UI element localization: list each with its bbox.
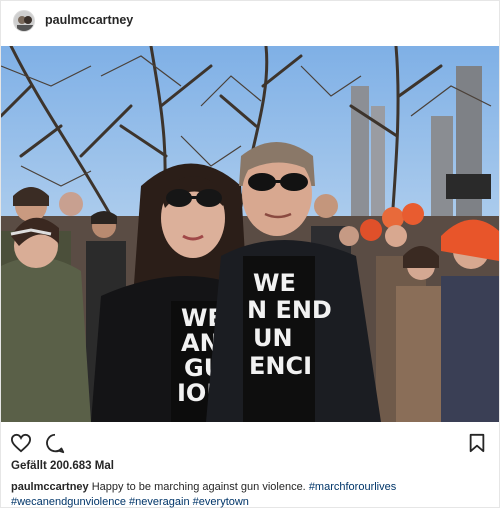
shirt-text-right-line: ENCI: [249, 352, 312, 380]
post-header: paulmccartney: [1, 1, 499, 45]
instagram-post: paulmccartney WE AN WE N END UN ENCI Gef…: [0, 0, 500, 508]
hashtag-link[interactable]: #marchforourlives: [309, 481, 396, 493]
like-count[interactable]: Gefällt 200.683 Mal: [11, 460, 114, 472]
like-button[interactable]: [9, 431, 33, 455]
comment-button[interactable]: [43, 431, 67, 455]
save-button[interactable]: [465, 431, 489, 455]
post-username[interactable]: paulmccartney: [45, 13, 133, 27]
caption-username[interactable]: paulmccartney: [11, 481, 89, 493]
shirt-text-right-line: UN: [253, 324, 293, 352]
heart-outline-icon: [10, 433, 32, 453]
caption-text: Happy to be marching against gun violenc…: [91, 481, 306, 493]
shirt-text-right-line: WE: [253, 269, 296, 297]
post-actions: [1, 425, 499, 455]
bookmark-icon: [469, 433, 485, 453]
speech-bubble-icon: [46, 433, 65, 454]
hashtag-link[interactable]: #neveragain: [129, 496, 190, 508]
avatar[interactable]: [13, 10, 35, 32]
post-caption: paulmccartney Happy to be marching again…: [11, 480, 481, 510]
hashtag-link[interactable]: #wecanendgunviolence: [11, 496, 126, 508]
shirt-text-right-line: N END: [247, 296, 332, 324]
post-photo: WE AN EN GUN IOLENC WE N END UN ENCI: [1, 46, 499, 422]
hashtag-link[interactable]: #everytown: [193, 496, 249, 508]
